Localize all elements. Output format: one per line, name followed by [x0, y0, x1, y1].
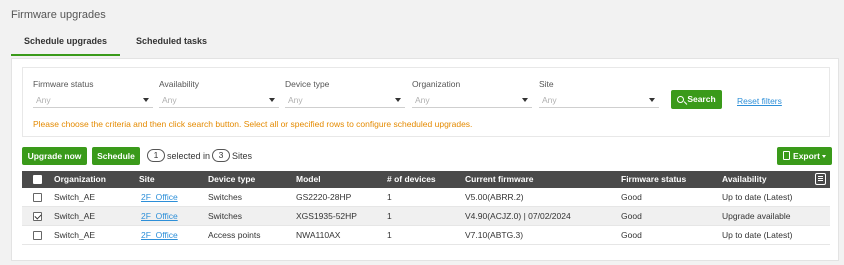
reset-filters-link[interactable]: Reset filters [737, 96, 782, 106]
availability-value: Any [162, 95, 177, 105]
document-icon [783, 151, 791, 160]
schedule-button[interactable]: Schedule [92, 147, 140, 165]
upgrade-now-button[interactable]: Upgrade now [22, 147, 87, 165]
col-device-type[interactable]: Device type [208, 171, 255, 188]
col-availability[interactable]: Availability [722, 171, 767, 188]
chevron-down-icon [522, 98, 528, 102]
site-link[interactable]: 2F_Office [141, 188, 178, 207]
search-button[interactable]: Search [671, 90, 722, 109]
cell-availability: Up to date (Latest) [722, 192, 793, 202]
cell-availability: Upgrade available [722, 211, 791, 221]
cell-organization: Switch_AE [54, 230, 96, 240]
chevron-down-icon [395, 98, 401, 102]
cell-device-type: Access points [208, 230, 261, 240]
table-row[interactable]: Switch_AE 2F_Office Access points NWA110… [22, 226, 830, 245]
cell-devices: 1 [387, 192, 392, 202]
site-link[interactable]: 2F_Office [141, 207, 178, 226]
cell-devices: 1 [387, 211, 392, 221]
device-type-select[interactable]: Any [285, 92, 405, 108]
devices-table: Organization Site Device type Model # of… [22, 171, 830, 245]
cell-status: Good [621, 230, 642, 240]
cell-firmware: V7.10(ABTG.3) [465, 230, 524, 240]
col-organization[interactable]: Organization [54, 171, 106, 188]
firmware-status-select[interactable]: Any [33, 92, 153, 108]
filter-panel: Firmware status Any Availability Any Dev… [22, 67, 830, 137]
selected-in-text: selected in [167, 150, 211, 161]
cell-model: XGS1935-52HP [296, 211, 357, 221]
availability-select[interactable]: Any [159, 92, 279, 108]
tab-scheduled-tasks[interactable]: Scheduled tasks [124, 32, 219, 56]
chevron-down-icon [821, 155, 826, 158]
site-select[interactable]: Any [539, 92, 659, 108]
cell-firmware: V4.90(ACJZ.0) | 07/02/2024 [465, 211, 571, 221]
cell-availability: Up to date (Latest) [722, 230, 793, 240]
search-icon [677, 96, 685, 103]
col-model[interactable]: Model [296, 171, 321, 188]
table-row[interactable]: Switch_AE 2F_Office Switches GS2220-28HP… [22, 188, 830, 207]
row-checkbox[interactable] [33, 193, 42, 202]
cell-devices: 1 [387, 230, 392, 240]
table-row[interactable]: Switch_AE 2F_Office Switches XGS1935-52H… [22, 207, 830, 226]
organization-value: Any [415, 95, 430, 105]
cell-organization: Switch_AE [54, 211, 96, 221]
tab-bar: Schedule upgrades Scheduled tasks [11, 32, 219, 56]
site-label: Site [539, 79, 554, 89]
page-title: Firmware upgrades [11, 9, 106, 21]
cell-model: NWA110AX [296, 230, 341, 240]
column-settings-icon[interactable] [815, 173, 826, 185]
firmware-status-label: Firmware status [33, 79, 94, 89]
main-panel: Firmware status Any Availability Any Dev… [11, 58, 839, 261]
selection-summary: 1 selected in 3 Sites [145, 149, 252, 162]
device-type-label: Device type [285, 79, 330, 89]
chevron-down-icon [143, 98, 149, 102]
sites-count-badge: 3 [212, 149, 231, 162]
cell-status: Good [621, 192, 642, 202]
col-devices[interactable]: # of devices [387, 171, 436, 188]
site-link[interactable]: 2F_Office [141, 226, 178, 245]
cell-device-type: Switches [208, 211, 243, 221]
chevron-down-icon [269, 98, 275, 102]
row-checkbox[interactable] [33, 231, 42, 240]
organization-label: Organization [412, 79, 461, 89]
export-label: Export [793, 151, 820, 161]
export-button[interactable]: Export [777, 147, 832, 165]
col-current-firmware[interactable]: Current firmware [465, 171, 534, 188]
chevron-down-icon [649, 98, 655, 102]
sites-text: Sites [232, 150, 253, 161]
tab-schedule-upgrades[interactable]: Schedule upgrades [11, 32, 121, 56]
organization-select[interactable]: Any [412, 92, 532, 108]
cell-firmware: V5.00(ABRR.2) [465, 192, 524, 202]
select-all-checkbox[interactable] [33, 175, 42, 184]
site-value: Any [542, 95, 557, 105]
firmware-status-value: Any [36, 95, 51, 105]
search-button-label: Search [687, 94, 716, 104]
table-header: Organization Site Device type Model # of… [22, 171, 830, 188]
device-type-value: Any [288, 95, 303, 105]
cell-model: GS2220-28HP [296, 192, 352, 202]
availability-label: Availability [159, 79, 200, 89]
col-firmware-status[interactable]: Firmware status [621, 171, 686, 188]
cell-device-type: Switches [208, 192, 243, 202]
col-site[interactable]: Site [139, 171, 155, 188]
selected-count-badge: 1 [147, 149, 165, 162]
row-checkbox[interactable] [33, 212, 42, 221]
cell-status: Good [621, 211, 642, 221]
cell-organization: Switch_AE [54, 192, 96, 202]
filter-hint: Please choose the criteria and then clic… [33, 119, 473, 129]
